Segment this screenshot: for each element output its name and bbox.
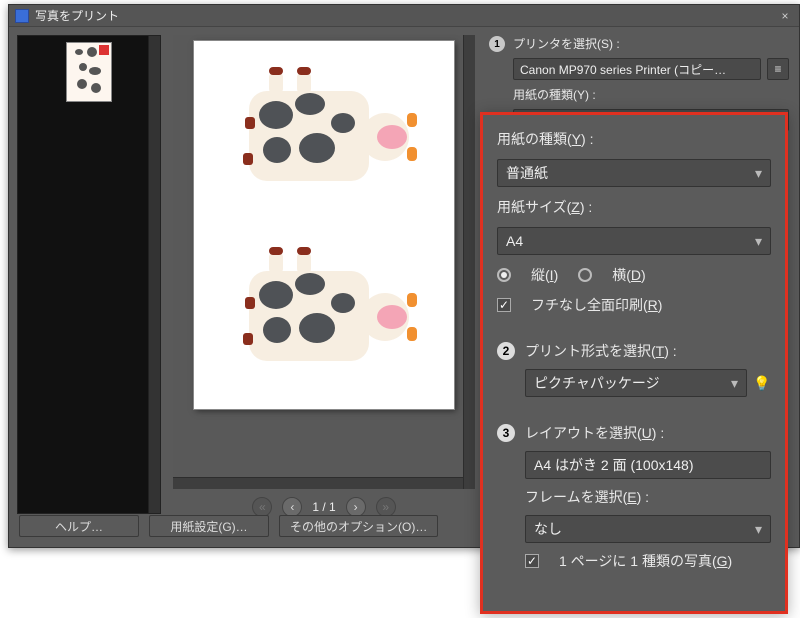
borderless-checkbox[interactable]: ✓ — [497, 298, 511, 312]
step-3: 3 レイアウトを選択(U) : A4 はがき 2 面 (100x148) フレー… — [497, 423, 771, 571]
prev-page-button[interactable]: ‹ — [282, 497, 302, 517]
lightbulb-icon[interactable]: 💡 — [753, 374, 771, 392]
preview-image — [239, 61, 409, 211]
one-kind-row: ✓ 1 ページに 1 種類の写真(G) — [525, 551, 771, 571]
preview-panel: « ‹ 1 / 1 › » A4 — [169, 27, 479, 547]
print-format-value: ピクチャパッケージ — [534, 373, 660, 393]
frame-value: なし — [534, 519, 562, 539]
list-icon: ≡ — [774, 62, 781, 76]
help-button[interactable]: ヘルプ… — [19, 515, 139, 537]
paper-size-label: 用紙サイズ(Z) : — [497, 197, 771, 217]
thumbnail-scrollbar[interactable] — [148, 36, 160, 513]
paper-size-value: A4 — [506, 233, 523, 249]
printer-select[interactable]: Canon MP970 series Printer (コピー… — [513, 58, 761, 80]
step-number: 3 — [497, 424, 515, 442]
window-title: 写真をプリント — [35, 7, 119, 24]
layout-label: レイアウトを選択(U) : — [525, 423, 771, 443]
paper-size-select[interactable]: A4 ▾ — [497, 227, 771, 255]
chevron-down-icon: ▾ — [755, 521, 762, 538]
thumbnail-panel: ＋ 追加... --- 削除 — [9, 27, 169, 547]
preview-area[interactable] — [173, 35, 475, 489]
borderless-label: フチなし全面印刷(R) — [531, 295, 662, 315]
orientation-portrait-radio[interactable] — [497, 268, 511, 282]
close-icon[interactable]: × — [777, 9, 793, 23]
step-2: 2 プリント形式を選択(T) : ピクチャパッケージ ▾ 💡 — [497, 341, 771, 397]
printer-label: プリンタを選択(S) : — [513, 35, 789, 52]
one-kind-checkbox[interactable]: ✓ — [525, 554, 539, 568]
layout-value: A4 はがき 2 面 (100x148) — [534, 455, 694, 475]
paper-label-small: 用紙の種類(Y) : — [513, 86, 789, 103]
paper-type-select[interactable]: 普通紙 ▾ — [497, 159, 771, 187]
titlebar: 写真をプリント × — [9, 5, 799, 27]
preview-v-scrollbar[interactable] — [463, 35, 475, 489]
chevron-down-icon: ▾ — [755, 233, 762, 250]
print-format-label: プリント形式を選択(T) : — [525, 341, 771, 361]
one-kind-label: 1 ページに 1 種類の写真(G) — [559, 551, 732, 571]
chevron-down-icon: ▾ — [731, 375, 738, 392]
orientation-group: 縦(I) 横(D) — [497, 265, 771, 285]
layout-select[interactable]: A4 はがき 2 面 (100x148) — [525, 451, 771, 479]
paper-type-value: 普通紙 — [506, 163, 548, 183]
paper-type-label: 用紙の種類(Y) : — [497, 129, 771, 149]
printer-value: Canon MP970 series Printer (コピー… — [520, 61, 726, 78]
more-options-button[interactable]: その他のオプション(O)… — [279, 515, 438, 537]
orientation-landscape-label: 横(D) — [612, 265, 645, 285]
frame-label: フレームを選択(E) : — [525, 487, 771, 507]
highlight-overlay: 用紙の種類(Y) : 普通紙 ▾ 用紙サイズ(Z) : A4 ▾ 縦(I) 横(… — [480, 112, 788, 614]
orientation-landscape-radio[interactable] — [578, 268, 592, 282]
thumbnail-list[interactable] — [17, 35, 161, 514]
page-indicator: 1 / 1 — [312, 500, 335, 514]
chevron-down-icon: ▾ — [755, 165, 762, 182]
thumbnail-item[interactable] — [66, 42, 112, 102]
print-format-select[interactable]: ピクチャパッケージ ▾ — [525, 369, 747, 397]
page-setup-button[interactable]: 用紙設定(G)… — [149, 515, 269, 537]
preview-page — [194, 41, 454, 409]
printer-settings-button[interactable]: ≡ — [767, 58, 789, 80]
frame-select[interactable]: なし ▾ — [525, 515, 771, 543]
app-icon — [15, 9, 29, 23]
borderless-row: ✓ フチなし全面印刷(R) — [497, 295, 771, 315]
orientation-portrait-label: 縦(I) — [531, 265, 558, 285]
dialog-footer: ヘルプ… 用紙設定(G)… その他のオプション(O)… — [19, 515, 438, 537]
first-page-button[interactable]: « — [252, 497, 272, 517]
step-number: 2 — [497, 342, 515, 360]
preview-image — [239, 241, 409, 391]
next-page-button[interactable]: › — [346, 497, 366, 517]
last-page-button[interactable]: » — [376, 497, 396, 517]
step-number: 1 — [489, 36, 505, 52]
preview-h-scrollbar[interactable] — [173, 477, 463, 489]
